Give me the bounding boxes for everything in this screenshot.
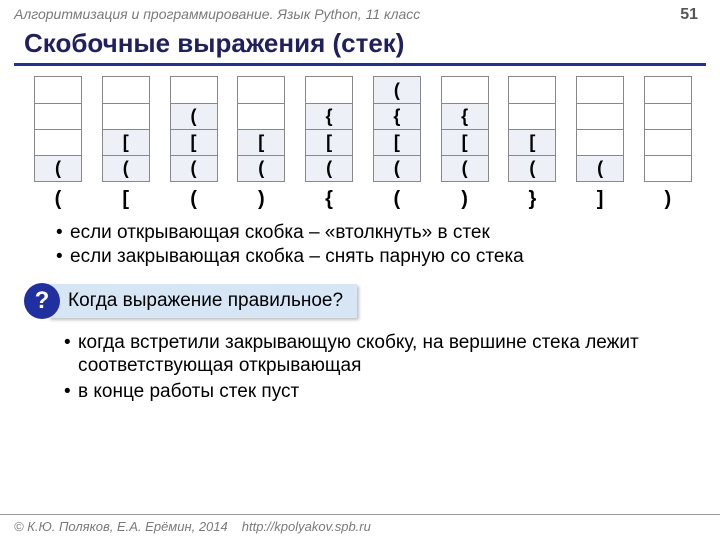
- stack-cell: [645, 103, 691, 129]
- stack-cell: (: [171, 155, 217, 181]
- stacks-row: (([([([(([(){[({({[(({[()[(}(]): [0, 76, 720, 211]
- stack-cell: [: [306, 129, 352, 155]
- stack-input-label: {: [325, 188, 333, 211]
- stack-cell: [306, 77, 352, 103]
- stack-cell: [35, 103, 81, 129]
- stack-input-label: (: [393, 188, 400, 211]
- stack-cell: (: [374, 77, 420, 103]
- stack-input-label: [: [122, 188, 129, 211]
- slide-title: Скобочные выражения (стек): [0, 26, 720, 63]
- stack-cell: [: [171, 129, 217, 155]
- stack-column: ((: [34, 76, 82, 211]
- stack-input-label: ]: [597, 188, 604, 211]
- stack-cell: [: [509, 129, 555, 155]
- stack-cell: (: [238, 155, 284, 181]
- stack: {[(: [305, 76, 353, 182]
- stack-cell: [442, 77, 488, 103]
- stack-cell: (: [306, 155, 352, 181]
- stack-input-label: (: [55, 188, 62, 211]
- question-mark-icon: ?: [24, 283, 60, 319]
- footer-copyright: © К.Ю. Поляков, Е.А. Ерёмин, 2014: [14, 519, 228, 534]
- page-number: 51: [680, 6, 698, 24]
- stack: (: [576, 76, 624, 182]
- list-item: в конце работы стек пуст: [64, 380, 680, 404]
- stack-cell: {: [442, 103, 488, 129]
- stack-cell: [171, 77, 217, 103]
- stack-cell: [103, 77, 149, 103]
- stack-cell: {: [306, 103, 352, 129]
- stack-column: ([((: [170, 76, 218, 211]
- stack-cell: [577, 77, 623, 103]
- stack-cell: [238, 77, 284, 103]
- stack-cell: (: [103, 155, 149, 181]
- stack: (: [34, 76, 82, 182]
- stack-cell: [35, 129, 81, 155]
- stack-column: ({[((: [373, 76, 421, 211]
- answer-list: когда встретили закрывающую скобку, на в…: [0, 325, 720, 404]
- stack-cell: [509, 103, 555, 129]
- stack-cell: [645, 129, 691, 155]
- stack: [(: [237, 76, 285, 182]
- footer-url: http://kpolyakov.spb.ru: [242, 519, 371, 534]
- stack-cell: (: [442, 155, 488, 181]
- list-item: когда встретили закрывающую скобку, на в…: [64, 331, 680, 379]
- stack-cell: [509, 77, 555, 103]
- question-row: ? Когда выражение правильное?: [0, 273, 720, 325]
- list-item: если закрывающая скобка – снять парную с…: [56, 245, 680, 269]
- stack-cell: [35, 77, 81, 103]
- stack: [(: [102, 76, 150, 182]
- stack-cell: [577, 103, 623, 129]
- stack-cell: (: [374, 155, 420, 181]
- stack-cell: [645, 77, 691, 103]
- stack: ({[(: [373, 76, 421, 182]
- stack-cell: (: [171, 103, 217, 129]
- stack-cell: (: [577, 155, 623, 181]
- list-item: если открывающая скобка – «втолкнуть» в …: [56, 221, 680, 245]
- stack-cell: (: [35, 155, 81, 181]
- question-box: Когда выражение правильное?: [48, 284, 357, 318]
- stack-cell: [: [442, 129, 488, 155]
- stack-column: {[(): [441, 76, 489, 211]
- title-rule: [14, 63, 706, 66]
- stack-cell: [: [374, 129, 420, 155]
- stack-cell: [645, 155, 691, 181]
- stack-column: {[({: [305, 76, 353, 211]
- stack-cell: [: [103, 129, 149, 155]
- stack-input-label: }: [528, 188, 536, 211]
- stack-column: (]: [576, 76, 624, 211]
- stack-column: [([: [102, 76, 150, 211]
- stack-cell: [238, 103, 284, 129]
- stack-cell: {: [374, 103, 420, 129]
- stack: [644, 76, 692, 182]
- stack-input-label: ): [258, 188, 265, 211]
- stack: ([(: [170, 76, 218, 182]
- stack-cell: [103, 103, 149, 129]
- stack-column: ): [644, 76, 692, 211]
- stack-input-label: (: [190, 188, 197, 211]
- stack-cell: (: [509, 155, 555, 181]
- stack-cell: [577, 129, 623, 155]
- stack-column: [(): [237, 76, 285, 211]
- course-header: Алгоритмизация и программирование. Язык …: [0, 0, 720, 26]
- stack: {[(: [441, 76, 489, 182]
- stack-column: [(}: [508, 76, 556, 211]
- footer: © К.Ю. Поляков, Е.А. Ерёмин, 2014 http:/…: [0, 514, 720, 540]
- rules-list: если открывающая скобка – «втолкнуть» в …: [0, 211, 720, 273]
- stack-cell: [: [238, 129, 284, 155]
- stack-input-label: ): [461, 188, 468, 211]
- stack: [(: [508, 76, 556, 182]
- stack-input-label: ): [665, 188, 672, 211]
